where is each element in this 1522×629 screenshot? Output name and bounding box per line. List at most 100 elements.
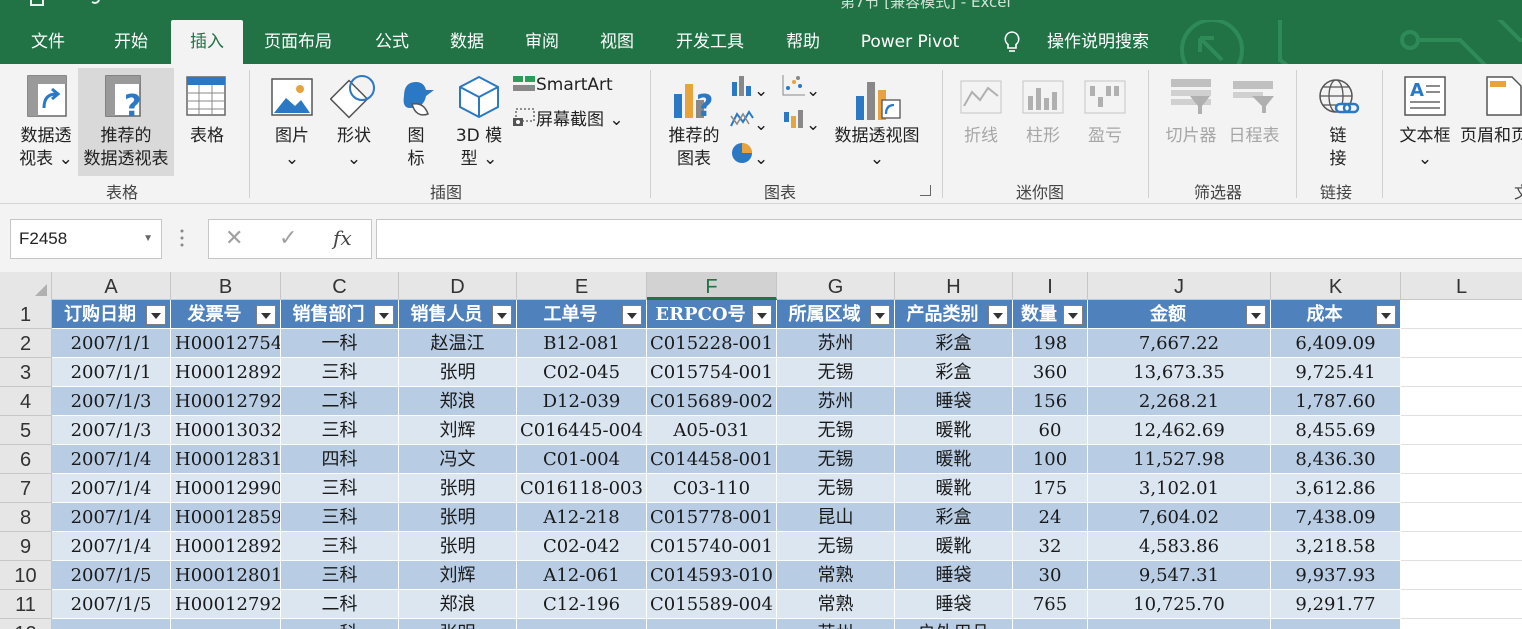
table-cell[interactable]: 一科: [281, 619, 399, 629]
table-cell[interactable]: 2007/1/3: [52, 387, 171, 416]
table-cell[interactable]: 无锡: [777, 416, 895, 445]
column-header-f[interactable]: F: [647, 272, 777, 300]
table-button[interactable]: 表格: [178, 68, 236, 176]
row-header-2[interactable]: 2: [0, 329, 52, 358]
table-cell[interactable]: 12,462.69: [1088, 416, 1271, 445]
table-cell[interactable]: 暖靴: [895, 532, 1013, 561]
filter-dropdown-icon[interactable]: [492, 305, 512, 325]
table-cell[interactable]: C015589-004: [647, 590, 777, 619]
table-header-cell[interactable]: 发票号: [171, 300, 281, 329]
row-header-3[interactable]: 3: [0, 358, 52, 387]
tab-page-layout[interactable]: 页面布局: [252, 20, 344, 64]
table-header-cell[interactable]: 销售部门: [281, 300, 399, 329]
table-header-cell[interactable]: 所属区域: [777, 300, 895, 329]
table-header-cell[interactable]: ERPCO号: [647, 300, 777, 329]
table-cell[interactable]: C12-196: [517, 590, 647, 619]
table-cell[interactable]: 175: [1013, 474, 1088, 503]
table-cell[interactable]: [1401, 387, 1522, 416]
table-cell[interactable]: 2,268.21: [1088, 387, 1271, 416]
more-options-icon[interactable]: [180, 228, 184, 248]
table-cell[interactable]: 7,667.22: [1088, 329, 1271, 358]
table-cell[interactable]: [1013, 619, 1088, 629]
table-cell[interactable]: H00013032: [171, 416, 281, 445]
table-cell[interactable]: 2007/1/4: [52, 445, 171, 474]
screenshot-button[interactable]: 屏幕截图 ⌄: [512, 108, 624, 131]
table-cell[interactable]: 7,438.09: [1271, 503, 1401, 532]
table-cell[interactable]: [1401, 416, 1522, 445]
table-cell[interactable]: C015778-001: [647, 503, 777, 532]
table-cell[interactable]: H00012754: [171, 329, 281, 358]
table-cell[interactable]: [1401, 503, 1522, 532]
tab-file[interactable]: 文件: [18, 20, 78, 64]
spreadsheet-grid[interactable]: ABCDEFGHIJKL 123456789101112订购日期发票号销售部门销…: [0, 272, 1522, 629]
row-header-6[interactable]: 6: [0, 445, 52, 474]
table-cell[interactable]: [647, 619, 777, 629]
table-cell[interactable]: 3,102.01: [1088, 474, 1271, 503]
table-cell[interactable]: 苏州: [777, 619, 895, 629]
tell-me-search[interactable]: 操作说明搜索: [1040, 20, 1156, 64]
table-cell[interactable]: 2007/1/4: [52, 503, 171, 532]
pivot-table-button[interactable]: 数据透 视表 ⌄: [14, 68, 78, 176]
table-cell[interactable]: 13,673.35: [1088, 358, 1271, 387]
pictures-button[interactable]: 图片 ⌄: [262, 68, 322, 176]
link-button[interactable]: 链 接: [1308, 68, 1368, 176]
hierarchy-chart-button[interactable]: ⌄: [730, 108, 768, 136]
table-cell[interactable]: 常熟: [777, 561, 895, 590]
table-cell[interactable]: A12-218: [517, 503, 647, 532]
column-header-g[interactable]: G: [777, 272, 895, 300]
table-cell[interactable]: [1401, 474, 1522, 503]
table-cell[interactable]: 9,291.77: [1271, 590, 1401, 619]
textbox-button[interactable]: A 文本框 ⌄: [1392, 68, 1458, 176]
table-cell[interactable]: 9,547.31: [1088, 561, 1271, 590]
header-footer-button[interactable]: 页眉和页: [1460, 68, 1522, 176]
table-cell[interactable]: 2007/1/4: [52, 532, 171, 561]
table-cell[interactable]: 四科: [281, 445, 399, 474]
column-header-e[interactable]: E: [517, 272, 647, 300]
smartart-button[interactable]: SmartArt: [512, 74, 613, 96]
tab-review[interactable]: 审阅: [512, 20, 572, 64]
table-cell[interactable]: 100: [1013, 445, 1088, 474]
table-cell[interactable]: 30: [1013, 561, 1088, 590]
save-icon[interactable]: [30, 0, 44, 6]
table-cell[interactable]: 156: [1013, 387, 1088, 416]
column-header-a[interactable]: A: [52, 272, 171, 300]
undo-icon[interactable]: [90, 0, 100, 4]
table-cell[interactable]: 户外用品: [895, 619, 1013, 629]
table-cell[interactable]: 360: [1013, 358, 1088, 387]
table-cell[interactable]: 9,937.93: [1271, 561, 1401, 590]
table-cell[interactable]: [52, 619, 171, 629]
table-header-cell[interactable]: 成本: [1271, 300, 1401, 329]
table-cell[interactable]: 三科: [281, 358, 399, 387]
table-cell[interactable]: 2007/1/5: [52, 561, 171, 590]
table-cell[interactable]: 2007/1/1: [52, 329, 171, 358]
table-header-cell[interactable]: 订购日期: [52, 300, 171, 329]
column-header-l[interactable]: L: [1401, 272, 1522, 300]
table-cell[interactable]: H00012831: [171, 445, 281, 474]
cancel-icon[interactable]: ✕: [225, 226, 243, 251]
recommended-pivot-button[interactable]: ? 推荐的 数据透视表: [78, 68, 174, 176]
column-chart-button[interactable]: ⌄: [730, 74, 768, 102]
table-cell[interactable]: 32: [1013, 532, 1088, 561]
filter-dropdown-icon[interactable]: [256, 305, 276, 325]
table-cell[interactable]: [1271, 619, 1401, 629]
table-cell[interactable]: C016445-004: [517, 416, 647, 445]
table-cell[interactable]: H00012792: [171, 590, 281, 619]
table-cell[interactable]: C03-110: [647, 474, 777, 503]
table-cell[interactable]: 张明: [399, 358, 517, 387]
table-cell[interactable]: 24: [1013, 503, 1088, 532]
filter-dropdown-icon[interactable]: [1246, 305, 1266, 325]
table-cell[interactable]: [171, 619, 281, 629]
filter-dropdown-icon[interactable]: [622, 305, 642, 325]
table-cell[interactable]: 无锡: [777, 474, 895, 503]
table-cell[interactable]: 无锡: [777, 358, 895, 387]
tab-power-pivot[interactable]: Power Pivot: [850, 20, 970, 64]
table-cell[interactable]: H00012990: [171, 474, 281, 503]
table-cell[interactable]: 张明: [399, 474, 517, 503]
table-cell[interactable]: C02-045: [517, 358, 647, 387]
enter-icon[interactable]: ✓: [279, 226, 297, 251]
slicer-button[interactable]: 切片器: [1158, 68, 1224, 176]
chevron-down-icon[interactable]: ▼: [143, 220, 153, 258]
filter-dropdown-icon[interactable]: [752, 305, 772, 325]
row-header-10[interactable]: 10: [0, 561, 52, 590]
table-cell[interactable]: C02-042: [517, 532, 647, 561]
